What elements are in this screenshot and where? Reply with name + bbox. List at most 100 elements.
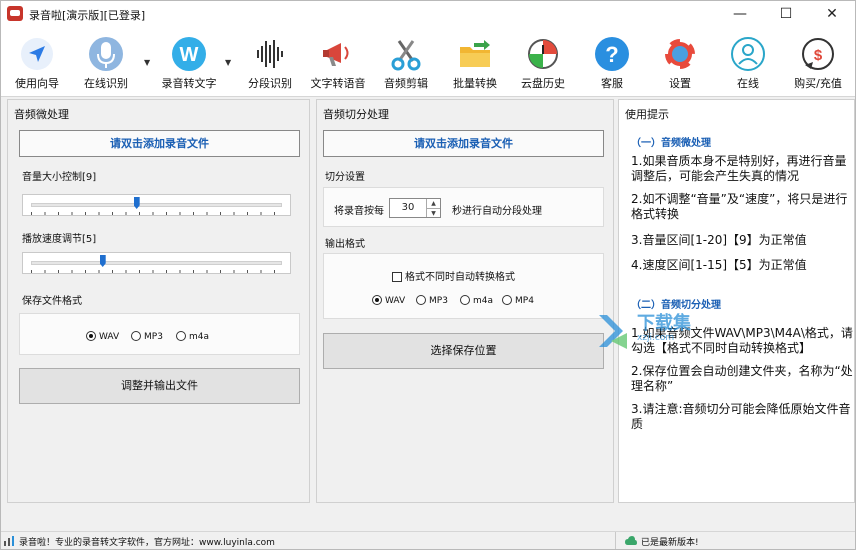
svg-text:$: $	[814, 47, 823, 64]
tip-item: 1.如果音质本身不是特别好，再进行音量调整后，可能会产生失真的情况	[631, 154, 847, 183]
toolbar-label: 购买/充值	[794, 77, 842, 90]
radio-wav[interactable]: WAV	[372, 295, 405, 306]
toolbar-online-recognition[interactable]: 在线识别	[77, 27, 135, 95]
radio-dot	[131, 331, 141, 341]
maximize-button[interactable]: ☐	[763, 1, 809, 27]
checkbox-box	[392, 272, 402, 282]
toolbar: 使用向导 在线识别 ▼ W 录音转文字 ▼ 分段识别 文字转语音 音频剪辑 批量…	[1, 27, 855, 97]
toolbar-label: 使用向导	[15, 77, 59, 90]
volume-slider-thumb[interactable]	[133, 197, 140, 209]
watermark-sub: xzji.com	[637, 333, 675, 343]
minimize-button[interactable]: —	[717, 1, 763, 27]
toolbar-label: 批量转换	[453, 77, 497, 90]
toolbar-customer-service[interactable]: ? 客服	[583, 27, 641, 95]
toolbar-audio-edit[interactable]: 音频剪辑	[377, 27, 435, 95]
radio-m4a[interactable]: m4a	[460, 295, 493, 306]
radio-dot	[416, 295, 426, 305]
toolbar-purchase[interactable]: $ 购买/充值	[787, 27, 849, 95]
toolbar-online-status[interactable]: 在线	[719, 27, 777, 95]
volume-label: 音量大小控制[9]	[22, 172, 97, 183]
tip-item: 3.音量区间[1-20]【9】为正常值	[631, 233, 807, 247]
toolbar-label: 云盘历史	[521, 77, 565, 90]
toolbar-label: 在线识别	[84, 77, 128, 90]
radio-dot	[460, 295, 470, 305]
radio-m4a[interactable]: m4a	[176, 331, 209, 342]
waveform-icon	[257, 40, 283, 68]
export-button[interactable]: 调整并输出文件	[19, 368, 300, 404]
tip-item: 2.保存位置会自动创建文件夹，名称为“处理名称”	[631, 364, 853, 393]
radio-mp3[interactable]: MP3	[131, 331, 163, 342]
output-format-label: 输出格式	[325, 239, 365, 250]
watermark-text: 下载集	[637, 313, 691, 334]
radio-wav[interactable]: WAV	[86, 331, 119, 342]
select-save-location-button[interactable]: 选择保存位置	[323, 333, 604, 369]
split-seconds-value[interactable]: 30	[390, 202, 426, 213]
toolbar-label: 文字转语音	[310, 77, 366, 90]
close-button[interactable]: ✕	[809, 1, 855, 27]
output-format-group: 格式不同时自动转换格式 WAV MP3 m4a MP4	[323, 253, 604, 319]
radio-dot	[372, 295, 382, 305]
status-divider	[615, 532, 616, 549]
slider-track	[31, 261, 282, 265]
add-audio-file-button[interactable]: 请双击添加录音文件	[19, 130, 300, 157]
lifebuoy-settings-icon	[662, 36, 698, 72]
window-title: 录音啦[演示版][已登录]	[29, 9, 146, 22]
coin-purchase-icon: $	[802, 38, 834, 70]
app-logo-icon	[7, 6, 23, 21]
watermark-logo-icon	[599, 315, 627, 349]
split-suffix-text: 秒进行自动分段处理	[452, 206, 542, 217]
slider-ticks	[31, 270, 282, 273]
title-bar: 录音啦[演示版][已登录] — ☐ ✕	[1, 1, 855, 27]
spinner-up-icon[interactable]: ▲	[426, 199, 440, 208]
spinner-down-icon[interactable]: ▼	[426, 208, 440, 217]
radio-mp4[interactable]: MP4	[502, 295, 534, 306]
cloud-check-icon	[625, 536, 637, 545]
panel-title: 音频切分处理	[323, 108, 389, 121]
toolbar-segment-recognition[interactable]: 分段识别	[241, 27, 299, 95]
speed-label: 播放速度调节[5]	[22, 234, 97, 245]
help-question-icon: ?	[595, 37, 629, 71]
toolbar-label: 客服	[601, 77, 623, 90]
navigation-arrow-icon	[21, 38, 53, 70]
w-logo-icon: W	[172, 37, 206, 71]
app-window: 录音啦[演示版][已登录] — ☐ ✕ 使用向导 在线识别 ▼ W 录音转文字 …	[0, 0, 856, 550]
toolbar-guide[interactable]: 使用向导	[9, 27, 65, 95]
status-right-text: 已是最新版本!	[641, 538, 699, 548]
split-seconds-spinner[interactable]: 30 ▲ ▼	[389, 198, 441, 218]
radio-dot	[502, 295, 512, 305]
toolbar-batch-convert[interactable]: 批量转换	[445, 27, 505, 95]
radio-dot	[86, 331, 96, 341]
radio-mp3[interactable]: MP3	[416, 295, 448, 306]
auto-convert-checkbox[interactable]: 格式不同时自动转换格式	[392, 268, 515, 283]
split-settings-group: 将录音按每 30 ▲ ▼ 秒进行自动分段处理	[323, 187, 604, 227]
chevron-down-icon[interactable]: ▼	[225, 58, 231, 67]
toolbar-cloud-history[interactable]: 云盘历史	[513, 27, 573, 95]
toolbar-label: 设置	[669, 77, 691, 90]
user-online-icon	[731, 37, 765, 71]
panel-title: 音频微处理	[14, 108, 69, 121]
status-left-text: 录音啦！专业的录音转文字软件，官方网址：www.luyinla.com	[19, 538, 275, 548]
toolbar-settings[interactable]: 设置	[651, 27, 709, 95]
slider-track	[31, 203, 282, 207]
volume-slider[interactable]	[22, 194, 291, 216]
split-settings-label: 切分设置	[325, 172, 365, 183]
add-audio-file-button[interactable]: 请双击添加录音文件	[323, 130, 604, 157]
svg-text:?: ?	[605, 42, 618, 67]
microphone-icon	[89, 37, 123, 71]
bar-chart-icon	[4, 536, 14, 546]
speed-slider-thumb[interactable]	[99, 255, 106, 267]
toolbar-label: 音频剪辑	[384, 77, 428, 90]
panel-title: 使用提示	[625, 108, 669, 121]
toolbar-record-to-text[interactable]: W 录音转文字	[155, 27, 223, 95]
radio-dot	[176, 331, 186, 341]
split-prefix-text: 将录音按每	[334, 206, 384, 217]
save-format-group: WAV MP3 m4a	[19, 313, 300, 355]
watermark: 下载集 xzji.com	[597, 305, 717, 365]
toolbar-text-to-speech[interactable]: 文字转语音	[306, 27, 370, 95]
chevron-down-icon[interactable]: ▼	[144, 58, 150, 67]
megaphone-icon	[323, 43, 349, 66]
speed-slider[interactable]	[22, 252, 291, 274]
toolbar-label: 录音转文字	[161, 77, 217, 90]
tip-item: 4.速度区间[1-15]【5】为正常值	[631, 258, 807, 272]
status-bar: 录音啦！专业的录音转文字软件，官方网址：www.luyinla.com 已是最新…	[1, 531, 855, 549]
